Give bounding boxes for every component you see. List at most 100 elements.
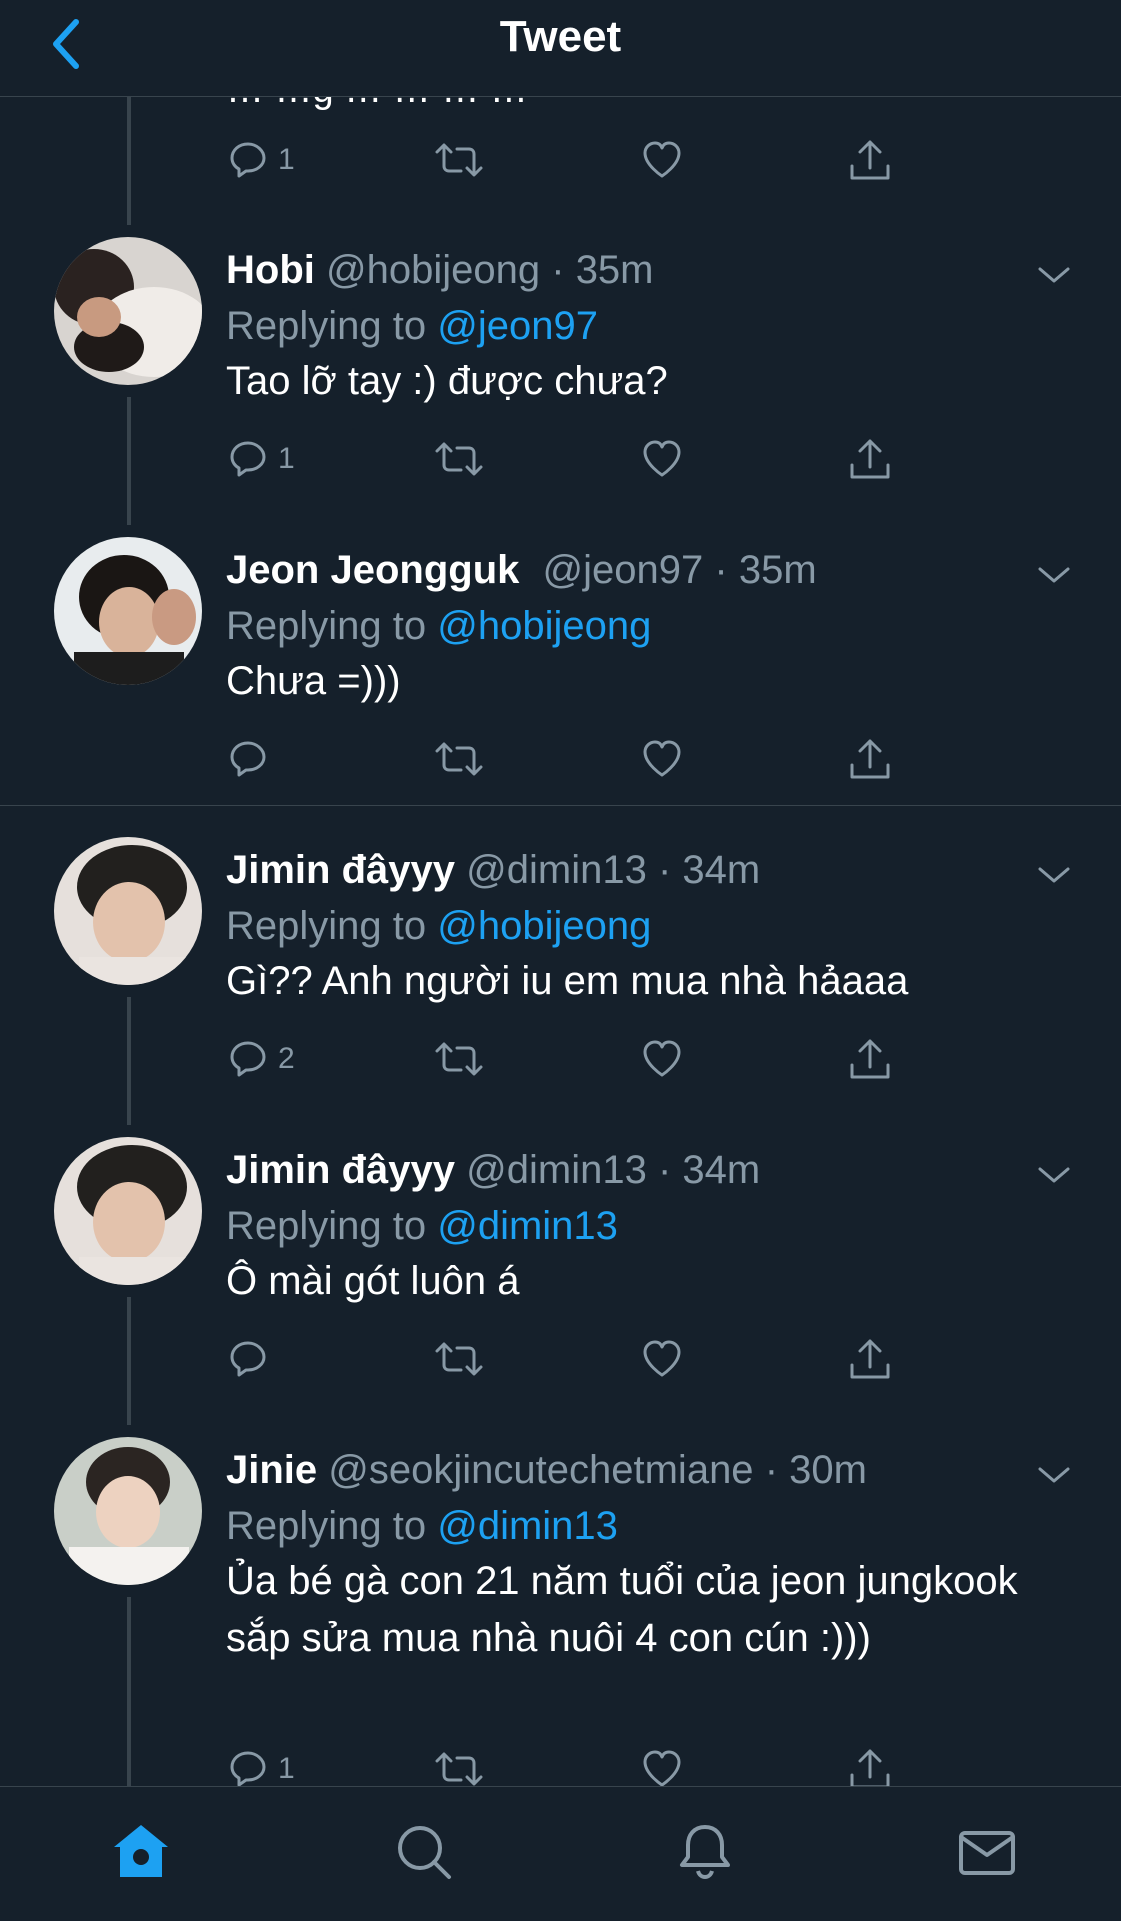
retweet-button[interactable]: [433, 1333, 485, 1385]
bottom-tab-bar: [0, 1786, 1121, 1921]
mail-icon[interactable]: [956, 1821, 1018, 1883]
search-icon[interactable]: [393, 1821, 455, 1883]
timestamp[interactable]: 30m: [789, 1448, 867, 1492]
avatar-image: [54, 237, 202, 385]
tweet-text: Tao lỡ tay :) được chưa?: [226, 359, 668, 403]
avatar[interactable]: [54, 1137, 202, 1285]
display-name[interactable]: Hobi: [226, 248, 315, 292]
reply-button[interactable]: 1: [226, 134, 295, 186]
timestamp[interactable]: 34m: [682, 1148, 760, 1192]
retweet-icon: [435, 143, 483, 177]
reply-button[interactable]: [226, 1333, 278, 1385]
reply-icon: [230, 741, 266, 777]
timestamp[interactable]: 35m: [739, 548, 817, 592]
separator: ·: [764, 1448, 779, 1492]
share-icon: [850, 1039, 890, 1079]
mention-link[interactable]: @hobijeong: [437, 904, 651, 948]
reply-count: 1: [278, 143, 295, 176]
chevron-down-icon[interactable]: [1036, 563, 1072, 587]
share-button[interactable]: [848, 1033, 892, 1085]
handle[interactable]: @seokjincutechetmiane: [328, 1448, 753, 1492]
retweet-icon: [435, 1042, 483, 1076]
mention-link[interactable]: @dimin13: [437, 1204, 618, 1248]
like-button[interactable]: [640, 433, 684, 485]
chevron-down-icon[interactable]: [1036, 1163, 1072, 1187]
share-button[interactable]: [848, 134, 892, 186]
chevron-down-icon[interactable]: [1036, 1463, 1072, 1487]
replying-to: Replying to @dimin13: [226, 1203, 618, 1249]
display-name[interactable]: Jinie: [226, 1448, 317, 1492]
mention-link[interactable]: @dimin13: [437, 1504, 618, 1548]
tweet-header: Jeon Jeongguk @jeon97 · 35m: [226, 547, 817, 593]
like-button[interactable]: [640, 134, 684, 186]
share-icon: [850, 1339, 890, 1379]
bell-icon[interactable]: [674, 1821, 736, 1883]
clipped-tweet-text: … …g … … … …: [226, 97, 528, 112]
tweet-header: Jimin đâyyy @dimin13 · 34m: [226, 1147, 760, 1193]
tweet-header: Jimin đâyyy @dimin13 · 34m: [226, 847, 760, 893]
separator: ·: [714, 548, 728, 592]
chevron-down-icon[interactable]: [1036, 263, 1072, 287]
tweet-thread[interactable]: … …g … … … … 1: [0, 97, 1121, 1786]
like-button[interactable]: [640, 1333, 684, 1385]
display-name[interactable]: Jeon Jeongguk: [226, 548, 519, 592]
handle[interactable]: @hobijeong: [326, 248, 540, 292]
replying-to: Replying to @dimin13: [226, 1503, 618, 1549]
avatar-image: [54, 837, 202, 985]
retweet-button[interactable]: [433, 1033, 485, 1085]
retweet-button[interactable]: [433, 733, 485, 785]
mention-link[interactable]: @jeon97: [437, 304, 598, 348]
separator: ·: [657, 1148, 672, 1192]
reply-button[interactable]: 1: [226, 433, 295, 485]
tweet[interactable]: Jimin đâyyy @dimin13 · 34m Replying to @…: [0, 1137, 1121, 1437]
reply-button[interactable]: [226, 733, 278, 785]
share-icon: [850, 439, 890, 479]
handle[interactable]: @dimin13: [466, 848, 647, 892]
share-button[interactable]: [848, 733, 892, 785]
timestamp[interactable]: 34m: [682, 848, 760, 892]
reply-button[interactable]: 1: [226, 1743, 295, 1786]
home-icon[interactable]: [110, 1821, 172, 1883]
tweet[interactable]: Jimin đâyyy @dimin13 · 34m Replying to @…: [0, 837, 1121, 1137]
handle[interactable]: @jeon97: [543, 548, 704, 592]
avatar[interactable]: [54, 1437, 202, 1585]
tweet-text: Gì?? Anh người iu em mua nhà hảaaa: [226, 959, 909, 1003]
avatar[interactable]: [54, 237, 202, 385]
like-button[interactable]: [640, 1033, 684, 1085]
retweet-button[interactable]: [433, 1743, 485, 1786]
share-icon: [850, 739, 890, 779]
display-name[interactable]: Jimin đâyyy: [226, 1148, 455, 1192]
timestamp[interactable]: 35m: [576, 248, 654, 292]
avatar[interactable]: [54, 837, 202, 985]
replying-to: Replying to @hobijeong: [226, 603, 651, 649]
top-bar: Tweet: [0, 0, 1121, 97]
heart-icon: [643, 1340, 681, 1377]
retweet-button[interactable]: [433, 433, 485, 485]
like-button[interactable]: [640, 1743, 684, 1786]
reply-count: 1: [278, 1752, 295, 1785]
share-icon: [850, 140, 890, 180]
avatar-image: [54, 1437, 202, 1585]
tweet-text: Ô mài gót luôn á: [226, 1259, 520, 1303]
avatar[interactable]: [54, 537, 202, 685]
mention-link[interactable]: @hobijeong: [437, 604, 651, 648]
replying-to: Replying to @jeon97: [226, 303, 598, 349]
heart-icon: [643, 1750, 681, 1786]
separator: ·: [657, 848, 672, 892]
handle[interactable]: @dimin13: [466, 1148, 647, 1192]
display-name[interactable]: Jimin đâyyy: [226, 848, 455, 892]
tweet[interactable]: Jeon Jeongguk @jeon97 · 35m Replying to …: [0, 537, 1121, 837]
share-button[interactable]: [848, 1333, 892, 1385]
tweet[interactable]: Hobi @hobijeong · 35m Replying to @jeon9…: [0, 237, 1121, 537]
tweet-actions: [226, 733, 926, 785]
like-button[interactable]: [640, 733, 684, 785]
reply-count: 2: [278, 1042, 295, 1075]
retweet-button[interactable]: [433, 134, 485, 186]
tweet[interactable]: Jinie @seokjincutechetmiane · 30m Replyi…: [0, 1437, 1121, 1786]
share-button[interactable]: [848, 433, 892, 485]
reply-button[interactable]: 2: [226, 1033, 295, 1085]
share-button[interactable]: [848, 1743, 892, 1786]
thread-divider: [0, 805, 1121, 806]
reply-icon: [230, 142, 266, 178]
chevron-down-icon[interactable]: [1036, 863, 1072, 887]
